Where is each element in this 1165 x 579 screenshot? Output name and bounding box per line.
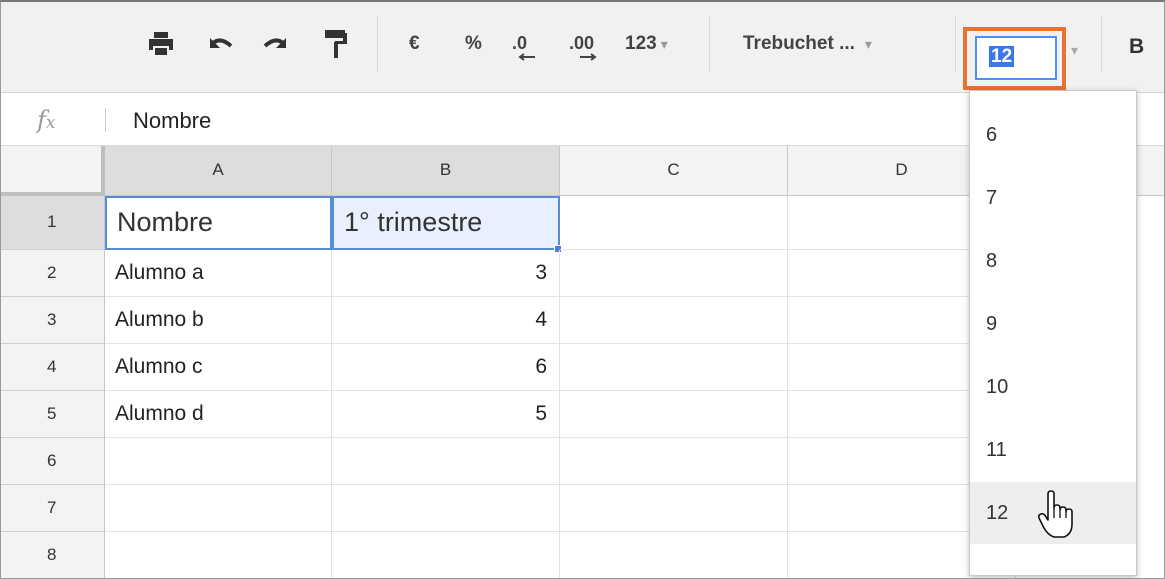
row-header[interactable]: 5 [1, 391, 105, 438]
decrease-decimals-label: .0 [512, 33, 528, 53]
fx-icon: fx [37, 106, 56, 134]
cell-c7[interactable] [560, 485, 788, 532]
row-header[interactable]: 3 [1, 297, 105, 344]
chevron-down-icon: ▾ [864, 36, 872, 52]
font-size-option[interactable]: 7 [970, 171, 1136, 227]
font-family-label: Trebuchet ... [743, 33, 855, 54]
cell-a6[interactable] [105, 438, 332, 485]
cell-b3[interactable]: 4 [332, 297, 560, 344]
font-size-option[interactable]: 6 [970, 108, 1136, 164]
select-all-corner[interactable] [1, 146, 105, 196]
cell-b6[interactable] [332, 438, 560, 485]
font-size-input[interactable]: 12 [975, 36, 1057, 80]
cell-c4[interactable] [560, 344, 788, 391]
chevron-down-icon: ▾ [660, 36, 668, 52]
currency-format-button[interactable]: € [409, 33, 420, 55]
row-header[interactable]: 1 [1, 196, 105, 250]
font-size-option[interactable]: 11 [970, 423, 1136, 479]
arrow-left-icon [518, 53, 535, 61]
increase-decimals-label: .00 [569, 33, 595, 53]
toolbar-divider [709, 16, 710, 72]
undo-icon[interactable] [199, 24, 239, 64]
column-header-a[interactable]: A [105, 146, 332, 196]
more-formats-label: 123 [625, 33, 657, 54]
cell-a4[interactable]: Alumno c [105, 344, 332, 391]
row-header[interactable]: 6 [1, 438, 105, 485]
more-formats-dropdown[interactable]: 123 ▾ [625, 33, 668, 55]
cell-a1[interactable]: Nombre [105, 196, 332, 250]
spreadsheet-window: € % .0 .00 123 ▾ Trebuchet ... ▾ 12 ▾ B fx… [0, 0, 1165, 579]
formula-divider [105, 108, 106, 132]
cell-b8[interactable] [332, 532, 560, 578]
cell-c1[interactable] [560, 196, 788, 250]
toolbar-divider [377, 16, 378, 72]
row-header[interactable]: 4 [1, 344, 105, 391]
cell-b2[interactable]: 3 [332, 250, 560, 297]
font-family-dropdown[interactable]: Trebuchet ... ▾ [743, 33, 872, 55]
cell-b1[interactable]: 1° trimestre [332, 196, 560, 250]
cell-c3[interactable] [560, 297, 788, 344]
arrow-right-icon [580, 53, 597, 61]
bold-button[interactable]: B [1129, 35, 1144, 59]
cell-a5[interactable]: Alumno d [105, 391, 332, 438]
redo-icon[interactable] [257, 24, 297, 64]
toolbar-divider [955, 16, 956, 72]
cell-a8[interactable] [105, 532, 332, 578]
cell-c6[interactable] [560, 438, 788, 485]
chevron-down-icon[interactable]: ▾ [1071, 42, 1078, 59]
font-size-option[interactable]: 8 [970, 234, 1136, 290]
percent-format-button[interactable]: % [465, 33, 482, 55]
cell-c5[interactable] [560, 391, 788, 438]
toolbar-divider [1101, 16, 1102, 72]
cell-a3[interactable]: Alumno b [105, 297, 332, 344]
cell-b4[interactable]: 6 [332, 344, 560, 391]
cell-a7[interactable] [105, 485, 332, 532]
font-size-value: 12 [989, 46, 1015, 67]
row-header[interactable]: 7 [1, 485, 105, 532]
decrease-decimals-button[interactable]: .0 [512, 33, 535, 61]
row-header[interactable]: 2 [1, 250, 105, 297]
column-header-c[interactable]: C [560, 146, 788, 196]
cell-b7[interactable] [332, 485, 560, 532]
font-size-option[interactable]: 9 [970, 297, 1136, 353]
increase-decimals-button[interactable]: .00 [569, 33, 597, 61]
formula-input[interactable]: Nombre [133, 108, 211, 134]
cell-c8[interactable] [560, 532, 788, 578]
cell-c2[interactable] [560, 250, 788, 297]
cell-a2[interactable]: Alumno a [105, 250, 332, 297]
hand-pointer-icon [1037, 490, 1073, 538]
paint-format-icon[interactable] [316, 24, 356, 64]
font-size-option[interactable]: 10 [970, 360, 1136, 416]
print-icon[interactable] [141, 24, 181, 64]
toolbar: € % .0 .00 123 ▾ Trebuchet ... ▾ 12 ▾ B [1, 2, 1164, 93]
row-header[interactable]: 8 [1, 532, 105, 578]
cell-b5[interactable]: 5 [332, 391, 560, 438]
column-header-b[interactable]: B [332, 146, 560, 196]
